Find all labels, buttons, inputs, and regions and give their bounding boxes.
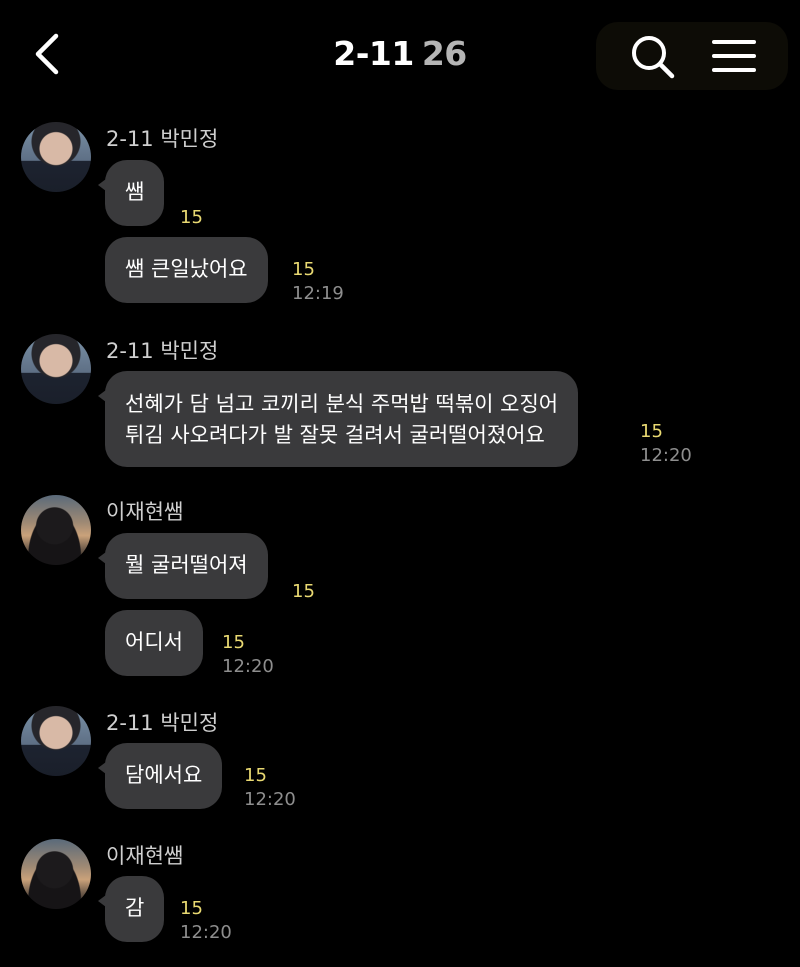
hamburger-menu-icon [712,40,756,72]
message-line: 튀김 사오려다가 발 잘못 걸려서 굴러떨어졌어요 [125,423,545,447]
sender-name: 이재현쌤 [106,844,184,868]
message-bubble[interactable]: 선혜가 담 넘고 코끼리 분식 주먹밥 떡볶이 오징어 튀김 사오려다가 발 잘… [97,371,579,467]
message-meta: 15 [292,580,315,604]
sender-name: 2-11 박민정 [106,339,219,363]
chat-room-name: 2-11 [333,34,414,73]
chat-header: 2-11 26 [0,0,800,110]
message-time: 12:20 [244,789,296,810]
message-time: 12:20 [222,656,274,677]
unread-count: 15 [180,207,203,228]
unread-count: 15 [180,898,203,919]
message-meta: 15 12:20 [180,897,232,945]
avatar[interactable] [21,839,91,909]
avatar[interactable] [21,495,91,565]
message-time: 12:19 [292,283,344,304]
unread-count: 15 [222,632,245,653]
unread-count: 15 [292,259,315,280]
message-bubble[interactable]: 쌤 큰일났어요 [105,237,268,303]
unread-count: 15 [640,421,663,442]
unread-count: 15 [292,581,315,602]
message-meta: 15 12:20 [244,764,296,812]
sender-name: 이재현쌤 [106,500,184,524]
message-bubble[interactable]: 어디서 [105,610,203,676]
sender-name: 2-11 박민정 [106,127,219,151]
avatar[interactable] [21,334,91,404]
message-line: 선혜가 담 넘고 코끼리 분식 주먹밥 떡볶이 오징어 [125,392,559,416]
message-time: 12:20 [640,445,692,466]
message-bubble[interactable]: 뭘 굴러떨어져 [98,533,268,599]
message-bubble[interactable]: 쌤 [97,160,165,226]
message-meta: 15 12:20 [222,631,274,679]
message-meta: 15 12:19 [292,258,344,306]
message-time: 12:20 [180,922,232,943]
message-meta: 15 [180,206,203,230]
search-button[interactable] [626,30,678,82]
avatar[interactable] [21,122,91,192]
menu-button[interactable] [708,30,760,82]
message-meta: 15 12:20 [640,420,692,468]
search-icon [632,36,675,79]
sender-name: 2-11 박민정 [106,711,219,735]
message-bubble[interactable]: 담에서요 [97,743,223,809]
avatar[interactable] [21,706,91,776]
member-count: 26 [421,34,467,73]
message-bubble[interactable]: 감 [97,876,165,942]
unread-count: 15 [244,765,267,786]
